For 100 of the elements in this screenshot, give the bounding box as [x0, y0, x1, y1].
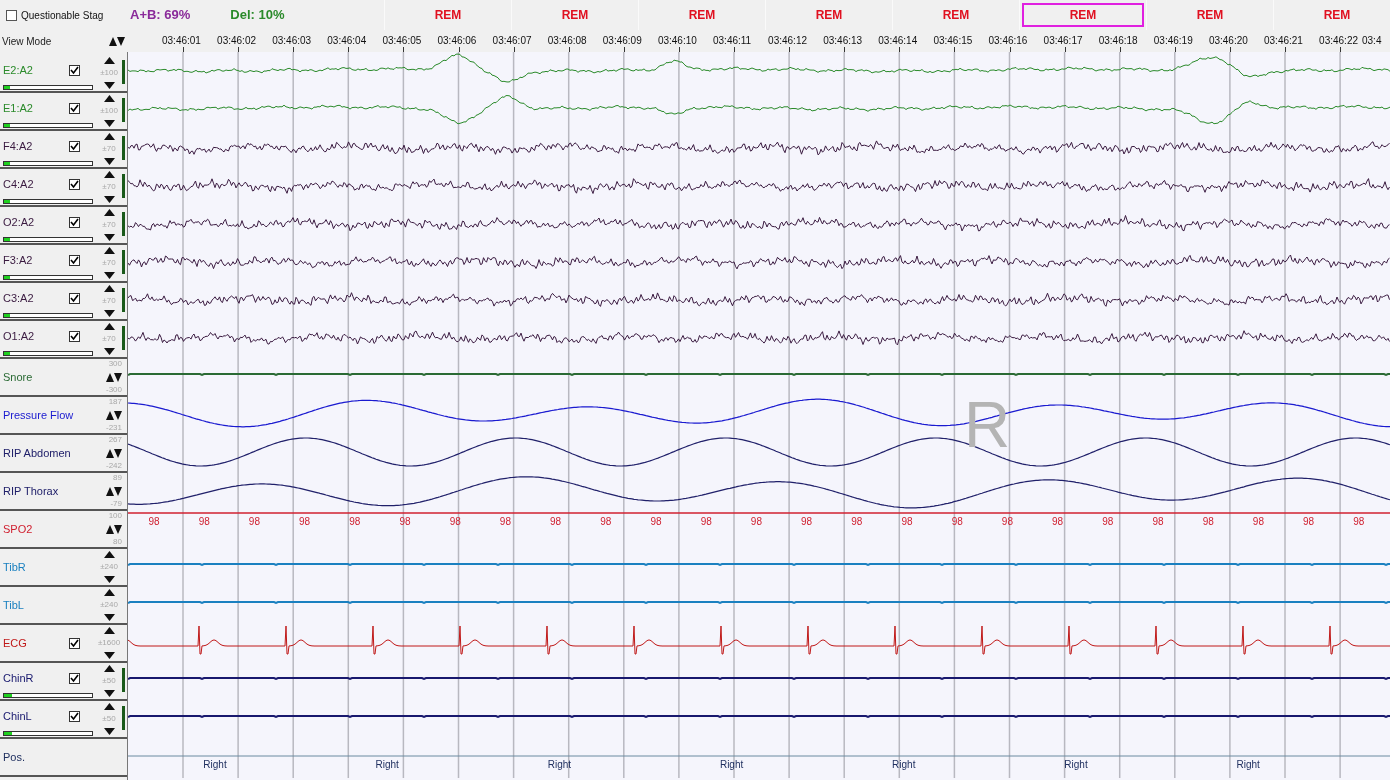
up-down-arrows-icon[interactable]	[106, 448, 122, 458]
epoch-stage[interactable]: REM	[895, 3, 1017, 27]
spo2-reading: 98	[600, 516, 612, 527]
time-label: 03:46:21	[1264, 34, 1303, 48]
up-down-arrows-icon[interactable]	[106, 372, 122, 382]
down-arrow-icon[interactable]	[103, 614, 115, 621]
position-reading: Right	[1236, 759, 1260, 770]
epoch-stage[interactable]: REM	[1149, 3, 1271, 27]
channel-checkbox[interactable]	[69, 216, 80, 228]
gain-slider[interactable]	[3, 275, 93, 280]
spo2-reading: 98	[349, 516, 361, 527]
scale-value: ±240	[100, 563, 118, 571]
channel-name: Pos.	[3, 750, 26, 764]
channel-name: E2:A2	[3, 63, 34, 77]
spo2-reading: 98	[550, 516, 562, 527]
time-label: 03:46:13	[823, 34, 863, 48]
channel-marker	[122, 706, 125, 730]
time-label: 03:46:19	[1153, 34, 1193, 48]
position-reading: Right	[892, 759, 916, 770]
channel-checkbox[interactable]	[69, 672, 80, 684]
spo2-reading: 98	[1252, 516, 1264, 527]
time-label: 03:46:20	[1208, 34, 1248, 48]
down-arrow-icon[interactable]	[103, 196, 115, 203]
channel-name: ChinR	[3, 671, 35, 685]
channel-checkbox[interactable]	[69, 637, 80, 649]
position-reading: Right	[1064, 759, 1088, 770]
gain-slider[interactable]	[3, 313, 93, 318]
up-arrow-icon[interactable]	[103, 247, 115, 254]
up-down-arrows-icon[interactable]	[106, 410, 122, 420]
scale-value: ±1600	[97, 639, 121, 647]
gain-slider[interactable]	[3, 161, 93, 166]
down-arrow-icon[interactable]	[103, 158, 115, 165]
channel-checkbox[interactable]	[69, 178, 80, 190]
spo2-reading: 98	[1052, 516, 1064, 527]
epoch-stage[interactable]: REM	[1276, 3, 1390, 27]
channel-checkbox[interactable]	[69, 330, 80, 342]
down-arrow-icon[interactable]	[103, 272, 115, 279]
time-label: 03:46:02	[217, 34, 257, 48]
spo2-reading: 98	[750, 516, 762, 527]
time-label: 03:46:11	[713, 34, 752, 48]
gain-slider[interactable]	[3, 199, 93, 204]
position-reading: Right	[547, 759, 572, 770]
spo2-reading: 98	[1303, 516, 1315, 527]
up-arrow-icon[interactable]	[103, 703, 115, 710]
channel-checkbox[interactable]	[69, 710, 80, 722]
down-arrow-icon[interactable]	[103, 310, 115, 317]
epoch-stage[interactable]: REM	[514, 3, 636, 27]
up-down-arrows-icon[interactable]	[109, 36, 125, 46]
questionable-stage-checkbox[interactable]: Questionable Stag	[6, 7, 104, 23]
scale-value: ±50	[102, 677, 116, 685]
channel-checkbox[interactable]	[69, 140, 80, 152]
channel-marker	[122, 668, 125, 692]
spo2-reading: 98	[1152, 516, 1164, 527]
down-arrow-icon[interactable]	[103, 576, 115, 583]
gain-slider[interactable]	[3, 693, 93, 698]
down-arrow-icon[interactable]	[103, 82, 115, 89]
channel-checkbox[interactable]	[69, 254, 80, 266]
up-arrow-icon[interactable]	[103, 323, 115, 330]
down-arrow-icon[interactable]	[103, 234, 115, 241]
channel-marker	[122, 60, 125, 84]
down-arrow-icon[interactable]	[103, 728, 115, 735]
down-arrow-icon[interactable]	[103, 652, 115, 659]
epoch-stage[interactable]: REM	[387, 3, 509, 27]
time-label: 03:46:15	[933, 34, 973, 48]
epoch-stage[interactable]: REM	[641, 3, 763, 27]
up-arrow-icon[interactable]	[103, 95, 115, 102]
up-arrow-icon[interactable]	[103, 57, 115, 64]
channel-name: ECG	[3, 636, 28, 650]
gain-slider[interactable]	[3, 123, 93, 128]
range-min: -79	[110, 500, 122, 508]
gain-slider[interactable]	[3, 85, 93, 90]
epoch-stage[interactable]: REM	[768, 3, 890, 27]
channel-checkbox[interactable]	[69, 64, 80, 76]
position-reading: Right	[375, 759, 399, 770]
epoch-stage[interactable]: REM	[1022, 3, 1144, 27]
up-arrow-icon[interactable]	[103, 665, 115, 672]
down-arrow-icon[interactable]	[103, 348, 115, 355]
delta-text: Del: 10%	[230, 6, 285, 25]
gain-slider[interactable]	[3, 351, 93, 356]
up-down-arrows-icon[interactable]	[106, 524, 122, 534]
scale-value: ±240	[100, 601, 118, 609]
up-arrow-icon[interactable]	[103, 627, 115, 634]
up-arrow-icon[interactable]	[103, 171, 115, 178]
up-arrow-icon[interactable]	[103, 551, 115, 558]
channel-marker	[122, 250, 125, 274]
up-arrow-icon[interactable]	[103, 589, 115, 596]
channel-marker	[122, 212, 125, 236]
range-min: -231	[106, 424, 122, 432]
gain-slider[interactable]	[3, 237, 93, 242]
up-arrow-icon[interactable]	[103, 285, 115, 292]
channel-name: C3:A2	[3, 291, 35, 305]
down-arrow-icon[interactable]	[103, 690, 115, 697]
channel-checkbox[interactable]	[69, 102, 80, 114]
up-arrow-icon[interactable]	[103, 133, 115, 140]
channel-checkbox[interactable]	[69, 292, 80, 304]
gain-slider[interactable]	[3, 731, 93, 736]
up-down-arrows-icon[interactable]	[106, 486, 122, 496]
up-arrow-icon[interactable]	[103, 209, 115, 216]
time-label: 03:46:09	[602, 34, 642, 48]
down-arrow-icon[interactable]	[103, 120, 115, 127]
